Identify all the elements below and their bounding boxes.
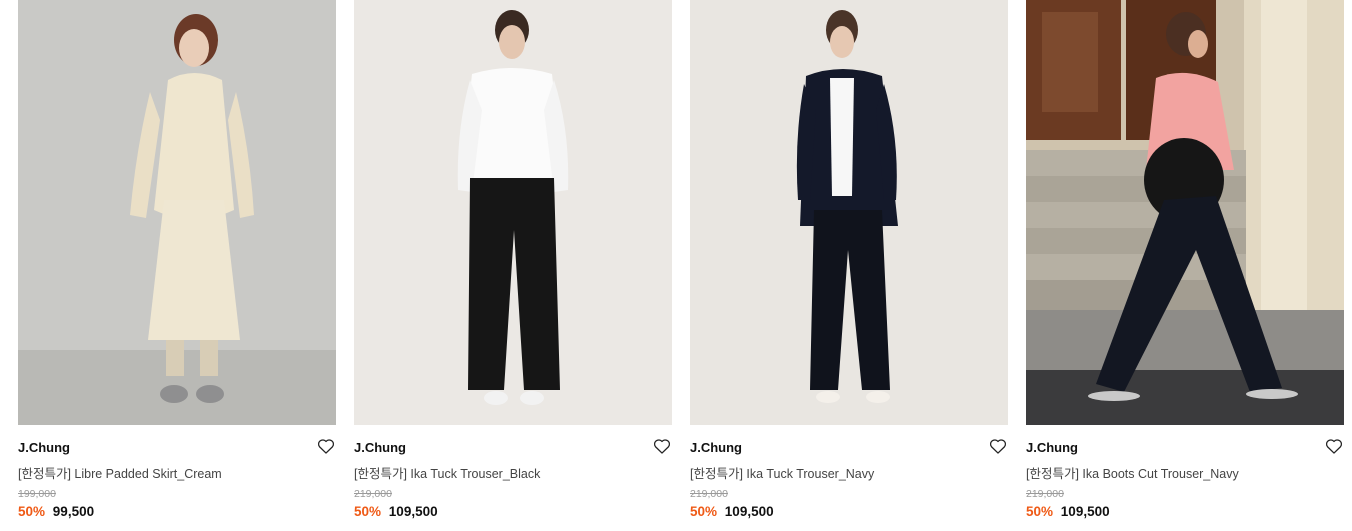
- brand-name[interactable]: J.Chung: [354, 440, 406, 455]
- price-row: 50% 99,500: [18, 504, 94, 519]
- product-card[interactable]: J.Chung [한정특가] Ika Tuck Trouser_Black 21…: [354, 0, 672, 531]
- product-card[interactable]: J.Chung [한정특가] Ika Tuck Trouser_Navy 219…: [690, 0, 1008, 531]
- discount-rate: 50%: [18, 504, 46, 519]
- original-price: 219,000: [690, 488, 728, 500]
- heart-outline-icon[interactable]: [652, 436, 672, 456]
- product-image[interactable]: [18, 0, 336, 425]
- product-card[interactable]: J.Chung [한정특가] Libre Padded Skirt_Cream …: [18, 0, 336, 531]
- sale-price: 109,500: [388, 504, 438, 519]
- heart-outline-icon[interactable]: [1324, 436, 1344, 456]
- product-name[interactable]: [한정특가] Libre Padded Skirt_Cream: [18, 463, 222, 482]
- brand-name[interactable]: J.Chung: [18, 440, 70, 455]
- heart-outline-icon[interactable]: [988, 436, 1008, 456]
- brand-name[interactable]: J.Chung: [1026, 440, 1078, 455]
- sale-price: 109,500: [724, 504, 774, 519]
- product-image[interactable]: [690, 0, 1008, 425]
- brand-name[interactable]: J.Chung: [690, 440, 742, 455]
- original-price: 199,000: [18, 488, 56, 500]
- sale-price: 99,500: [52, 504, 95, 519]
- product-name[interactable]: [한정특가] Ika Tuck Trouser_Navy: [690, 463, 874, 482]
- product-grid: J.Chung [한정특가] Libre Padded Skirt_Cream …: [0, 0, 1352, 531]
- price-row: 50% 109,500: [354, 504, 438, 519]
- product-name[interactable]: [한정특가] Ika Boots Cut Trouser_Navy: [1026, 463, 1239, 482]
- original-price: 219,000: [354, 488, 392, 500]
- price-row: 50% 109,500: [690, 504, 774, 519]
- product-card[interactable]: J.Chung [한정특가] Ika Boots Cut Trouser_Nav…: [1026, 0, 1344, 531]
- discount-rate: 50%: [690, 504, 718, 519]
- heart-outline-icon[interactable]: [316, 436, 336, 456]
- original-price: 219,000: [1026, 488, 1064, 500]
- sale-price: 109,500: [1060, 504, 1110, 519]
- discount-rate: 50%: [354, 504, 382, 519]
- product-name[interactable]: [한정특가] Ika Tuck Trouser_Black: [354, 463, 540, 482]
- discount-rate: 50%: [1026, 504, 1054, 519]
- product-image[interactable]: [354, 0, 672, 425]
- price-row: 50% 109,500: [1026, 504, 1110, 519]
- product-image[interactable]: [1026, 0, 1344, 425]
